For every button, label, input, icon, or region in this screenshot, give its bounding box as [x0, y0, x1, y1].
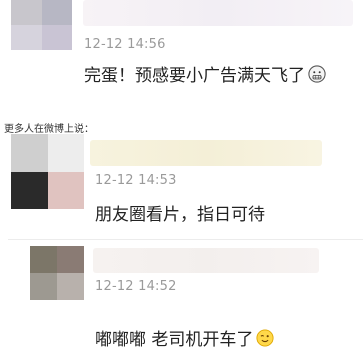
comment-text-content: 完蛋！预感要小广告满天飞了	[84, 66, 305, 86]
avatar-tile	[30, 246, 57, 273]
avatar-tile	[57, 273, 84, 300]
avatar[interactable]	[30, 246, 84, 300]
avatar-tile	[30, 273, 57, 300]
username-blurred[interactable]	[90, 140, 322, 166]
avatar-tile	[11, 171, 48, 209]
comment-timestamp: 12-12 14:53	[95, 173, 177, 188]
username-blurred[interactable]	[93, 248, 319, 273]
avatar-tile	[47, 171, 84, 209]
comment-item: 12-12 14:53 朋友圈看片，指日可待	[0, 134, 363, 238]
avatar-tile	[47, 134, 84, 172]
avatar-tile	[57, 246, 84, 273]
comment-text-content: 嘟嘟嘟 老司机开车了	[95, 330, 254, 350]
comment-text: 完蛋！预感要小广告满天飞了	[84, 61, 326, 86]
avatar[interactable]	[11, 0, 72, 50]
grimacing-face-icon	[308, 64, 326, 83]
comment-item: 12-12 14:52 嘟嘟嘟 老司机开车了	[0, 240, 363, 361]
avatar-tile	[11, 0, 42, 25]
avatar-tile	[41, 25, 72, 50]
comment-timestamp: 12-12 14:56	[84, 37, 166, 52]
avatar-tile	[11, 25, 42, 50]
username-blurred[interactable]	[83, 0, 353, 26]
section-header: 更多人在微博上说：	[4, 124, 94, 135]
avatar[interactable]	[11, 134, 84, 209]
comment-timestamp: 12-12 14:52	[95, 279, 177, 294]
comment-text-content: 朋友圈看片，指日可待	[95, 205, 265, 225]
comment-text: 嘟嘟嘟 老司机开车了	[95, 325, 274, 350]
avatar-tile	[41, 0, 72, 25]
comment-text: 朋友圈看片，指日可待	[95, 200, 265, 225]
winking-face-icon	[256, 328, 274, 347]
comment-item: 12-12 14:56 完蛋！预感要小广告满天飞了	[0, 0, 363, 110]
avatar-tile	[11, 134, 48, 172]
